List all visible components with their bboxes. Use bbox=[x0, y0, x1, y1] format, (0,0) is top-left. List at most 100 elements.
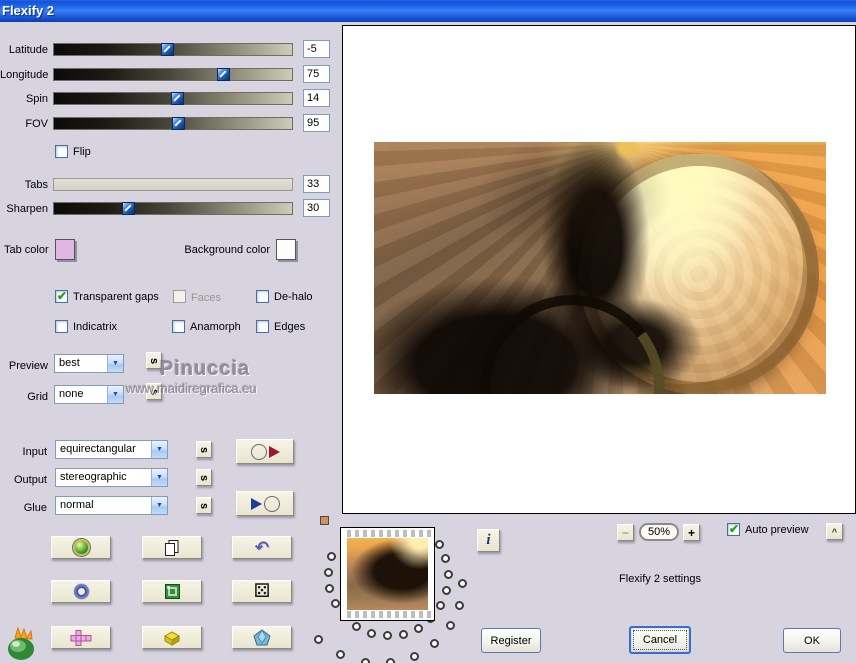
output-s-button[interactable]: s bbox=[196, 469, 212, 486]
input-s-button[interactable]: s bbox=[196, 441, 212, 458]
longitude-slider-thumb[interactable] bbox=[217, 68, 230, 81]
preset-dot[interactable] bbox=[442, 586, 452, 596]
preset-dot[interactable] bbox=[313, 634, 323, 644]
de-halo-checkbox[interactable] bbox=[256, 290, 269, 303]
preview-select[interactable]: best ▼ bbox=[54, 354, 124, 373]
caret-up-icon: ^ bbox=[831, 526, 838, 537]
preset-dot[interactable] bbox=[441, 554, 451, 564]
preset-dot[interactable] bbox=[386, 658, 396, 663]
tab-color-swatch[interactable] bbox=[55, 239, 75, 260]
preset-dot[interactable] bbox=[324, 567, 334, 577]
fov-row: FOV bbox=[0, 114, 340, 135]
title-bar[interactable]: Flexify 2 bbox=[0, 0, 856, 22]
spin-slider-thumb[interactable] bbox=[171, 92, 184, 105]
preset-dot[interactable] bbox=[398, 629, 408, 639]
fov-value-input[interactable] bbox=[303, 114, 330, 132]
cube-net-button[interactable] bbox=[51, 626, 111, 649]
sharpen-slider[interactable] bbox=[53, 202, 293, 215]
tabs-value-input[interactable] bbox=[303, 175, 330, 193]
preset-dot[interactable] bbox=[325, 583, 335, 593]
random-button[interactable]: ⚄ bbox=[232, 580, 292, 603]
longitude-slider[interactable] bbox=[53, 68, 293, 81]
thumbnail-image bbox=[347, 538, 428, 610]
latitude-slider-thumb[interactable] bbox=[161, 43, 174, 56]
globe-button[interactable] bbox=[51, 536, 111, 559]
zoom-level[interactable]: 50% bbox=[639, 523, 679, 541]
background-color-swatch[interactable] bbox=[276, 239, 296, 260]
polyhedron-button[interactable] bbox=[232, 626, 292, 649]
torus-icon bbox=[72, 583, 90, 600]
preset-dot[interactable] bbox=[382, 631, 392, 641]
play-right-blue-icon bbox=[250, 497, 262, 510]
indicatrix-checkbox[interactable] bbox=[55, 320, 68, 333]
grid-label: Grid bbox=[27, 391, 48, 403]
output-select[interactable]: stereographic ▼ bbox=[55, 468, 168, 487]
save-settings-button[interactable] bbox=[236, 439, 294, 464]
chevron-down-icon[interactable]: ▼ bbox=[151, 497, 167, 514]
preview-label: Preview bbox=[8, 360, 48, 372]
register-button[interactable]: Register bbox=[481, 628, 541, 653]
info-button[interactable]: i bbox=[477, 529, 500, 552]
glue-s-button[interactable]: s bbox=[196, 497, 212, 514]
preset-dot[interactable] bbox=[443, 570, 453, 580]
chevron-down-icon[interactable]: ▼ bbox=[107, 355, 123, 372]
sharpen-slider-thumb[interactable] bbox=[122, 202, 135, 215]
preview-select-value: best bbox=[59, 357, 80, 369]
auto-preview-checkbox[interactable] bbox=[727, 522, 740, 536]
bricks-button[interactable] bbox=[142, 626, 202, 649]
preset-dot[interactable] bbox=[445, 621, 455, 631]
flip-checkbox[interactable] bbox=[55, 145, 68, 158]
anamorph-checkbox[interactable] bbox=[172, 320, 185, 333]
preset-dot[interactable] bbox=[366, 628, 376, 638]
input-select[interactable]: equirectangular ▼ bbox=[55, 440, 168, 459]
preview-canvas[interactable] bbox=[342, 25, 856, 514]
glue-select[interactable]: normal ▼ bbox=[55, 496, 168, 515]
preset-dot[interactable] bbox=[330, 598, 340, 608]
memory-dot-swatch[interactable] bbox=[320, 516, 329, 525]
preset-dot[interactable] bbox=[457, 579, 467, 589]
copy-button[interactable] bbox=[142, 536, 202, 559]
preset-dot[interactable] bbox=[434, 539, 444, 549]
glue-label: Glue bbox=[23, 502, 47, 514]
grid-select[interactable]: none ▼ bbox=[54, 385, 124, 404]
edges-label: Edges bbox=[274, 321, 306, 333]
preset-dot[interactable] bbox=[335, 650, 345, 660]
preset-dot[interactable] bbox=[410, 651, 420, 661]
preset-dot[interactable] bbox=[430, 638, 440, 648]
preset-dot[interactable] bbox=[454, 600, 464, 610]
preset-dot[interactable] bbox=[436, 601, 446, 611]
preset-dot[interactable] bbox=[352, 622, 362, 632]
zoom-out-button[interactable]: − bbox=[617, 524, 634, 541]
chevron-down-icon[interactable]: ▼ bbox=[151, 469, 167, 486]
preview-image bbox=[374, 142, 826, 394]
longitude-value-input[interactable] bbox=[303, 65, 330, 83]
collapse-button[interactable]: ^ bbox=[826, 523, 843, 540]
chevron-down-icon[interactable]: ▼ bbox=[151, 441, 167, 458]
spin-value-input[interactable] bbox=[303, 89, 330, 107]
sharpen-value-input[interactable] bbox=[303, 199, 330, 217]
ok-button[interactable]: OK bbox=[783, 628, 841, 653]
cancel-button[interactable]: Cancel bbox=[629, 626, 691, 654]
background-color-label: Background color bbox=[184, 244, 270, 256]
preset-dot[interactable] bbox=[360, 658, 370, 663]
faces-checkbox bbox=[173, 290, 186, 303]
latitude-slider[interactable] bbox=[53, 43, 293, 56]
preset-dot[interactable] bbox=[327, 551, 337, 561]
spin-slider[interactable] bbox=[53, 92, 293, 105]
circuit-button[interactable] bbox=[142, 580, 202, 603]
preview-thumbnail[interactable] bbox=[340, 527, 435, 621]
load-settings-button[interactable] bbox=[236, 491, 294, 516]
copy-icon bbox=[165, 539, 179, 556]
flip-label: Flip bbox=[73, 146, 91, 158]
edges-checkbox[interactable] bbox=[256, 320, 269, 333]
transparent-gaps-checkbox[interactable] bbox=[55, 289, 68, 303]
fov-slider[interactable] bbox=[53, 117, 293, 130]
undo-button[interactable]: ↶ bbox=[232, 536, 292, 559]
torus-button[interactable] bbox=[51, 580, 111, 603]
fov-slider-thumb[interactable] bbox=[172, 117, 185, 130]
chevron-down-icon[interactable]: ▼ bbox=[107, 386, 123, 403]
zoom-in-button[interactable]: + bbox=[683, 524, 700, 541]
latitude-value-input[interactable] bbox=[303, 40, 330, 58]
auto-preview-label: Auto preview bbox=[745, 524, 809, 536]
preset-dot[interactable] bbox=[413, 623, 423, 633]
